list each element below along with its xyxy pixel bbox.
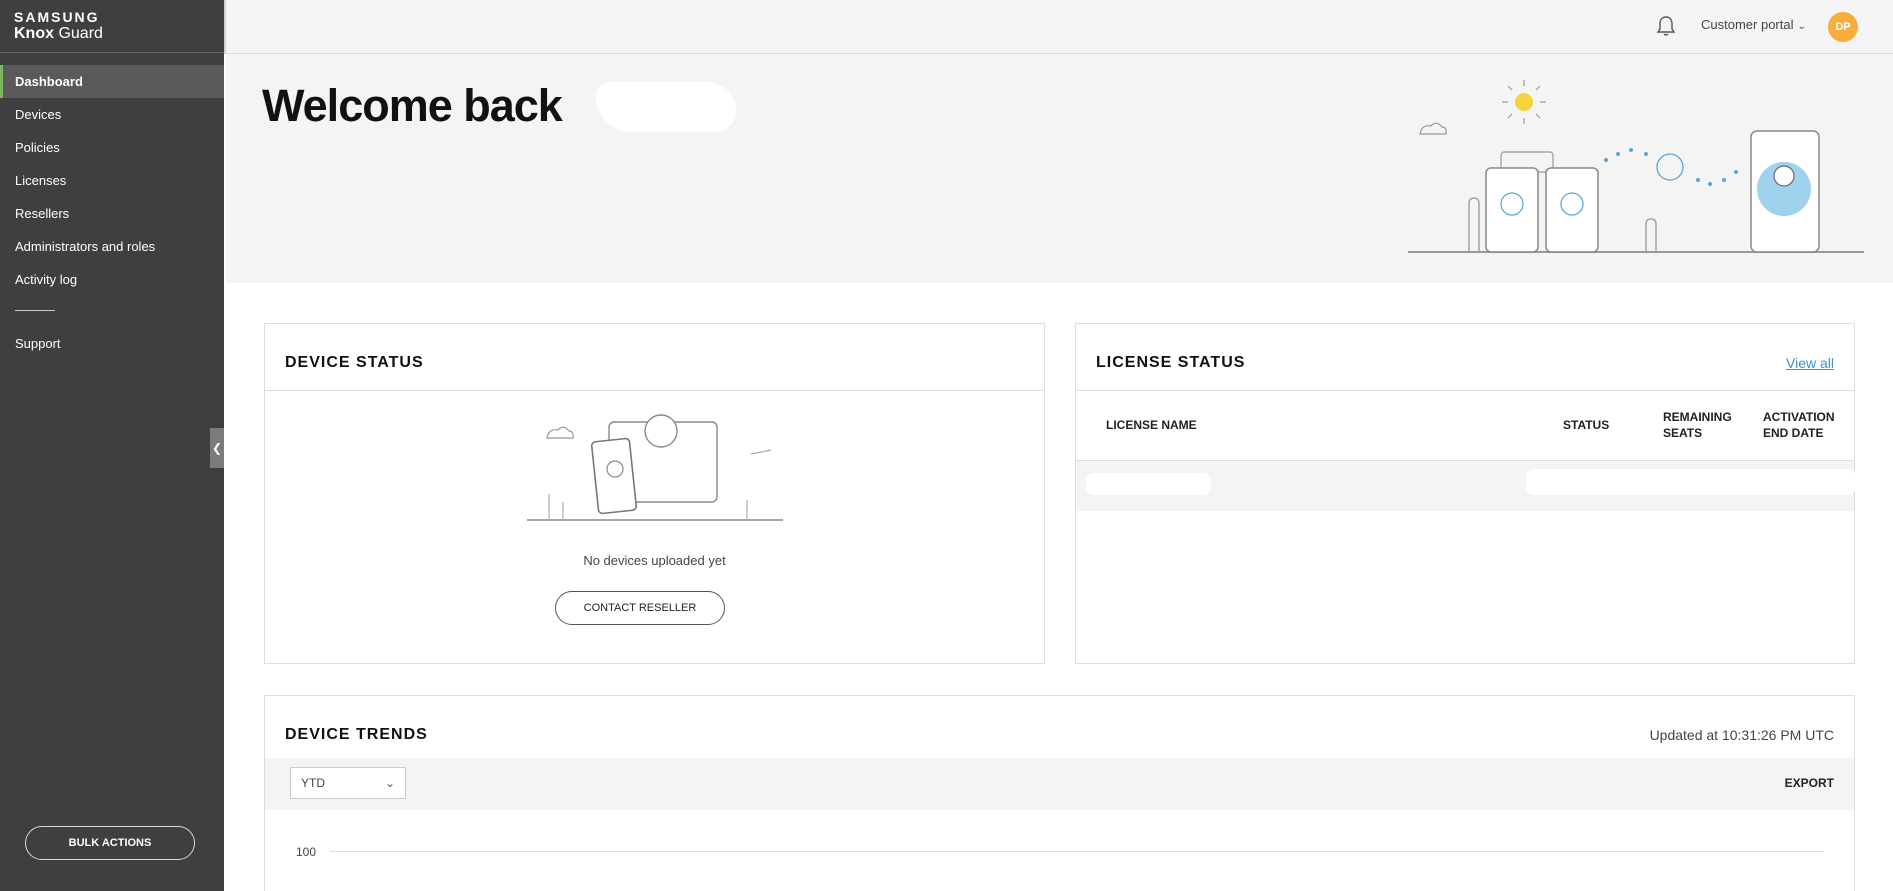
device-status-card: DEVICE STATUS No devices uploaded yet CO… [264, 323, 1045, 664]
collapse-sidebar-button[interactable]: ❮ [210, 428, 224, 468]
sidebar-item-policies[interactable]: Policies [0, 131, 224, 164]
sidebar-nav: Dashboard Devices Policies Licenses Rese… [0, 65, 224, 360]
brand-guard: Guard [58, 25, 103, 42]
redacted-name [596, 82, 736, 132]
chevron-left-icon: ❮ [211, 441, 223, 455]
sidebar-item-activity-log[interactable]: Activity log [0, 263, 224, 296]
chevron-down-icon: ⌄ [384, 776, 395, 790]
license-status-title: LICENSE STATUS [1096, 354, 1246, 371]
sidebar: SAMSUNG Knox Guard Dashboard Devices Pol… [0, 0, 224, 891]
customer-portal-dropdown[interactable]: Customer portal ⌄ [1701, 17, 1806, 32]
brand-logo[interactable]: SAMSUNG Knox Guard [0, 0, 224, 53]
bulk-actions-button[interactable]: BULK ACTIONS [25, 826, 195, 860]
portal-label: Customer portal [1701, 17, 1794, 32]
devices-illustration [1408, 80, 1864, 253]
top-bar: Customer portal ⌄ DP [224, 0, 1893, 54]
bell-icon[interactable] [1656, 15, 1676, 37]
device-trends-title: DEVICE TRENDS [285, 726, 428, 743]
export-button[interactable]: EXPORT [1785, 776, 1834, 790]
column-header-remaining-seats[interactable]: REMAINING SEATS [1663, 409, 1743, 441]
nav-divider [15, 310, 55, 311]
trends-toolbar: YTD ⌄ EXPORT [265, 758, 1854, 810]
brand-knox: Knox [14, 25, 54, 42]
sidebar-item-licenses[interactable]: Licenses [0, 164, 224, 197]
redacted-license-name [1086, 473, 1211, 495]
column-header-license-name[interactable]: LICENSE NAME [1106, 417, 1197, 433]
view-all-link[interactable]: View all [1786, 355, 1834, 371]
device-status-title: DEVICE STATUS [285, 354, 424, 371]
range-select-value: YTD [301, 776, 325, 790]
range-select[interactable]: YTD ⌄ [290, 767, 406, 799]
welcome-banner: Welcome back [226, 54, 1893, 283]
updated-timestamp: Updated at 10:31:26 PM UTC [1649, 727, 1834, 743]
sidebar-item-resellers[interactable]: Resellers [0, 197, 224, 230]
avatar[interactable]: DP [1828, 12, 1858, 42]
license-status-card: LICENSE STATUS View all LICENSE NAME STA… [1075, 323, 1856, 664]
sidebar-item-dashboard[interactable]: Dashboard [0, 65, 224, 98]
sidebar-item-administrators[interactable]: Administrators and roles [0, 230, 224, 263]
device-trends-card: DEVICE TRENDS Updated at 10:31:26 PM UTC… [264, 695, 1855, 891]
gridline [330, 851, 1824, 852]
divider [1076, 390, 1854, 391]
sidebar-item-devices[interactable]: Devices [0, 98, 224, 131]
no-devices-text: No devices uploaded yet [583, 553, 726, 568]
no-devices-illustration [527, 414, 783, 521]
table-row[interactable] [1076, 461, 1856, 511]
y-axis-tick: 100 [296, 845, 317, 859]
brand-product: Knox Guard [14, 25, 210, 43]
column-header-activation-end-date[interactable]: ACTIVATION END DATE [1763, 409, 1843, 441]
contact-reseller-button[interactable]: CONTACT RESELLER [555, 591, 725, 625]
sidebar-item-support[interactable]: Support [0, 327, 224, 360]
column-header-status[interactable]: STATUS [1563, 417, 1609, 433]
brand-samsung: SAMSUNG [14, 9, 100, 25]
divider [265, 390, 1044, 391]
redacted-license-details [1526, 469, 1856, 495]
page-title: Welcome back [262, 80, 563, 131]
chevron-down-icon: ⌄ [1797, 21, 1806, 32]
